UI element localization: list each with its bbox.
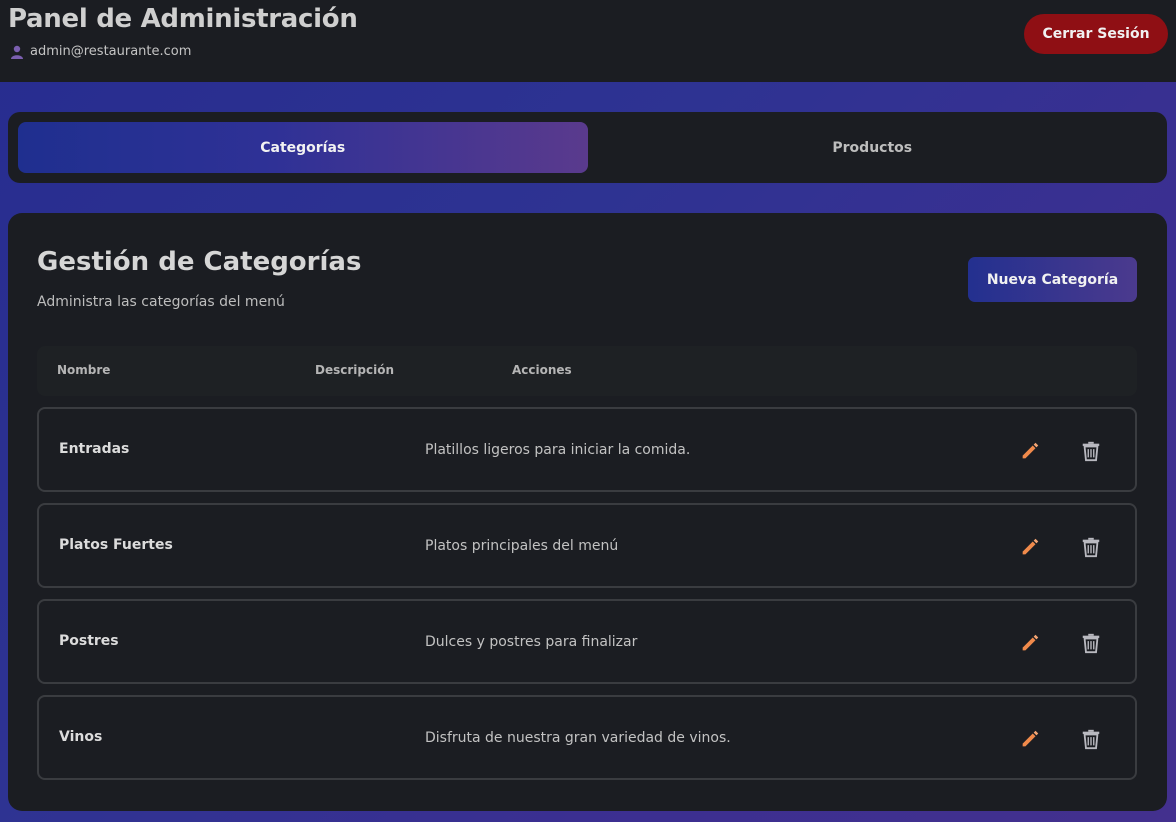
tab-bar: Categorías Productos	[8, 112, 1167, 183]
pencil-icon	[1022, 442, 1039, 459]
category-description: Dulces y postres para finalizar	[425, 634, 638, 650]
pencil-icon	[1022, 634, 1039, 651]
category-description: Disfruta de nuestra gran variedad de vin…	[425, 730, 731, 746]
user-info: admin@restaurante.com	[10, 44, 191, 59]
trash-icon	[1082, 537, 1100, 558]
category-description: Platillos ligeros para iniciar la comida…	[425, 442, 691, 458]
trash-icon	[1082, 441, 1100, 462]
column-header-actions: Acciones	[512, 363, 572, 377]
table-row: Vinos Disfruta de nuestra gran variedad …	[37, 695, 1137, 780]
edit-button[interactable]	[1018, 439, 1042, 463]
edit-button[interactable]	[1018, 631, 1042, 655]
table-row: Entradas Platillos ligeros para iniciar …	[37, 407, 1137, 492]
user-email: admin@restaurante.com	[30, 44, 192, 59]
user-icon	[10, 45, 24, 59]
category-name: Postres	[59, 633, 119, 649]
section-title: Gestión de Categorías	[37, 247, 362, 277]
delete-button[interactable]	[1079, 631, 1103, 655]
category-description: Platos principales del menú	[425, 538, 619, 554]
category-name: Vinos	[59, 729, 103, 745]
header: Panel de Administración admin@restaurant…	[0, 0, 1176, 82]
trash-icon	[1082, 633, 1100, 654]
section-subtitle: Administra las categorías del menú	[37, 294, 285, 310]
table-row: Postres Dulces y postres para finalizar	[37, 599, 1137, 684]
categories-panel: Gestión de Categorías Administra las cat…	[8, 213, 1167, 811]
delete-button[interactable]	[1079, 727, 1103, 751]
page-title: Panel de Administración	[8, 4, 358, 34]
category-name: Entradas	[59, 441, 130, 457]
delete-button[interactable]	[1079, 535, 1103, 559]
trash-icon	[1082, 729, 1100, 750]
tab-categorias[interactable]: Categorías	[18, 122, 588, 173]
edit-button[interactable]	[1018, 727, 1042, 751]
category-name: Platos Fuertes	[59, 537, 173, 553]
new-category-button[interactable]: Nueva Categoría	[968, 257, 1137, 302]
pencil-icon	[1022, 730, 1039, 747]
delete-button[interactable]	[1079, 439, 1103, 463]
logout-button[interactable]: Cerrar Sesión	[1024, 14, 1168, 54]
table-header: Nombre Descripción Acciones	[37, 346, 1137, 396]
pencil-icon	[1022, 538, 1039, 555]
column-header-description: Descripción	[315, 363, 394, 377]
column-header-name: Nombre	[57, 363, 111, 377]
tab-productos[interactable]: Productos	[588, 122, 1158, 173]
table-row: Platos Fuertes Platos principales del me…	[37, 503, 1137, 588]
edit-button[interactable]	[1018, 535, 1042, 559]
